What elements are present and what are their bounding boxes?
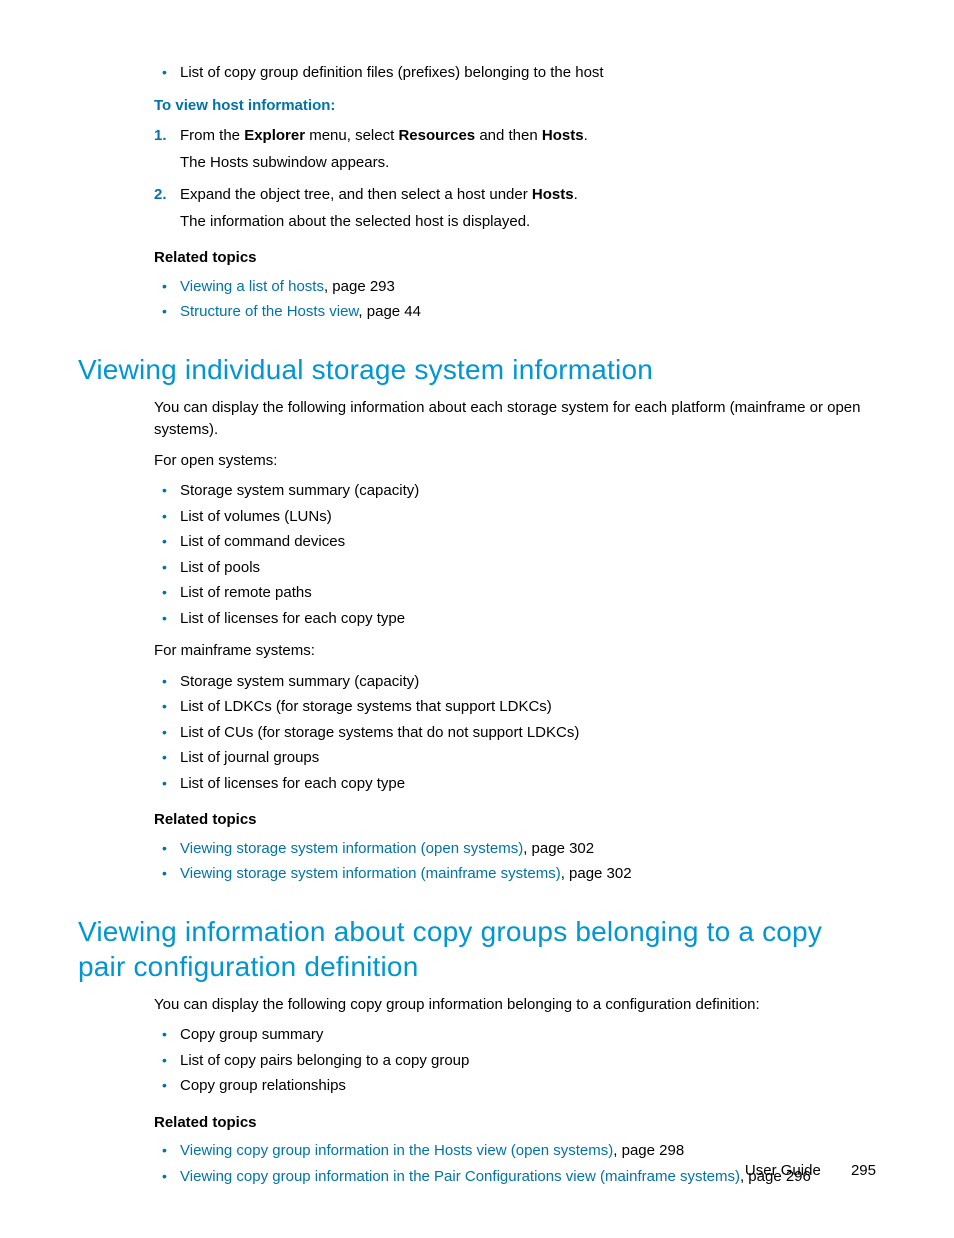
page-footer: User Guide 295: [745, 1160, 876, 1183]
list-item: List of LDKCs (for storage systems that …: [154, 696, 876, 719]
step-1: 1. From the Explorer menu, select Resour…: [154, 125, 876, 174]
related-topics-heading: Related topics: [154, 1112, 876, 1135]
open-systems-label: For open systems:: [154, 450, 876, 473]
list-item: Viewing storage system information (open…: [154, 838, 876, 861]
step-number: 1.: [154, 125, 167, 148]
list-item: Storage system summary (capacity): [154, 480, 876, 503]
list-item: List of copy pairs belonging to a copy g…: [154, 1050, 876, 1073]
section-intro: You can display the following copy group…: [154, 994, 876, 1017]
list-item: List of remote paths: [154, 582, 876, 605]
related-link[interactable]: Viewing copy group information in the Ho…: [180, 1142, 613, 1159]
copy-group-list: Copy group summary List of copy pairs be…: [154, 1024, 876, 1098]
list-item: List of volumes (LUNs): [154, 506, 876, 529]
list-item: List of pools: [154, 557, 876, 580]
section-heading-storage-info: Viewing individual storage system inform…: [78, 352, 876, 387]
related-topics-list: Viewing a list of hosts, page 293 Struct…: [154, 276, 876, 324]
mainframe-systems-label: For mainframe systems:: [154, 640, 876, 663]
related-link[interactable]: Viewing storage system information (open…: [180, 840, 523, 857]
page-ref: , page 293: [324, 278, 395, 295]
open-systems-list: Storage system summary (capacity) List o…: [154, 480, 876, 630]
related-link[interactable]: Viewing copy group information in the Pa…: [180, 1168, 740, 1185]
list-item: List of licenses for each copy type: [154, 608, 876, 631]
list-item: List of licenses for each copy type: [154, 773, 876, 796]
list-item: List of CUs (for storage systems that do…: [154, 722, 876, 745]
list-item: List of copy group definition files (pre…: [154, 62, 876, 85]
list-item: Viewing storage system information (main…: [154, 863, 876, 886]
procedure-heading: To view host information:: [154, 95, 876, 118]
step-text: From the Explorer menu, select Resources…: [180, 127, 588, 144]
list-item: Copy group relationships: [154, 1075, 876, 1098]
mainframe-systems-list: Storage system summary (capacity) List o…: [154, 671, 876, 796]
list-item: Viewing a list of hosts, page 293: [154, 276, 876, 299]
page-ref: , page 44: [358, 303, 421, 320]
step-followup: The information about the selected host …: [180, 211, 876, 234]
related-topics-heading: Related topics: [154, 247, 876, 270]
page-ref: , page 302: [561, 865, 632, 882]
footer-label: User Guide: [745, 1162, 821, 1179]
related-topics-list: Viewing storage system information (open…: [154, 838, 876, 886]
page-ref: , page 298: [613, 1142, 684, 1159]
list-item: List of journal groups: [154, 747, 876, 770]
list-item: List of command devices: [154, 531, 876, 554]
step-followup: The Hosts subwindow appears.: [180, 152, 876, 175]
step-2: 2. Expand the object tree, and then sele…: [154, 184, 876, 233]
section-heading-copy-groups: Viewing information about copy groups be…: [78, 914, 876, 984]
list-item: Structure of the Hosts view, page 44: [154, 301, 876, 324]
top-bullet-list: List of copy group definition files (pre…: [154, 62, 876, 85]
list-item: Storage system summary (capacity): [154, 671, 876, 694]
related-link[interactable]: Viewing storage system information (main…: [180, 865, 561, 882]
step-number: 2.: [154, 184, 167, 207]
related-link[interactable]: Viewing a list of hosts: [180, 278, 324, 295]
page-number: 295: [851, 1162, 876, 1179]
list-item: Copy group summary: [154, 1024, 876, 1047]
page-ref: , page 302: [523, 840, 594, 857]
related-topics-heading: Related topics: [154, 809, 876, 832]
procedure-steps: 1. From the Explorer menu, select Resour…: [154, 125, 876, 233]
related-link[interactable]: Structure of the Hosts view: [180, 303, 358, 320]
step-text: Expand the object tree, and then select …: [180, 186, 578, 203]
section-intro: You can display the following informatio…: [154, 397, 876, 442]
